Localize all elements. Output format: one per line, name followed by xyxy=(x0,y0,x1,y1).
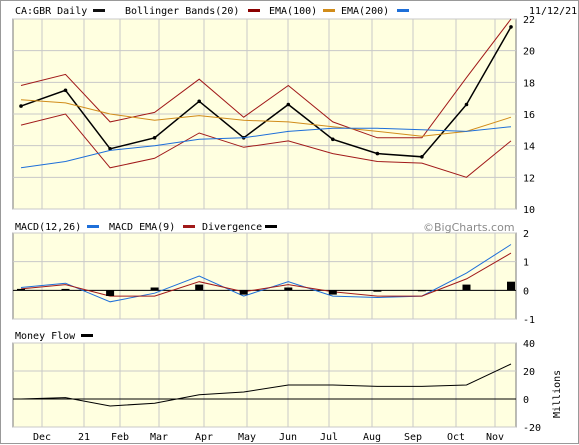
divergence-bar xyxy=(17,288,25,291)
price-panel: 10121416182022 CA:GBR Daily Bollinger Ba… xyxy=(12,6,577,216)
y-tick-label: 20 xyxy=(523,367,535,378)
money-flow-plot-area xyxy=(12,342,517,428)
divergence-bar xyxy=(417,290,426,292)
divergence-bar xyxy=(106,290,115,296)
price-point xyxy=(63,88,68,93)
price-point xyxy=(375,151,380,156)
y-tick-label: -20 xyxy=(523,423,541,434)
money-flow-label: Money Flow xyxy=(15,331,76,342)
symbol-label: CA:GBR Daily xyxy=(15,6,87,17)
price-point xyxy=(19,104,23,108)
y-tick-label: 2 xyxy=(523,229,529,240)
legend-swatch xyxy=(323,9,335,12)
macd-y-ticks: -1 0 1 2 xyxy=(523,229,535,326)
y-tick-label: -1 xyxy=(523,315,535,326)
x-tick-label: Oct xyxy=(447,432,465,443)
divergence-bar xyxy=(150,287,159,291)
legend-swatch xyxy=(93,9,105,12)
stock-chart: 10121416182022 CA:GBR Daily Bollinger Ba… xyxy=(12,6,577,443)
x-tick-label: Aug xyxy=(363,432,381,443)
macd-legend-label-divergence: Divergence xyxy=(202,222,262,233)
price-point xyxy=(464,102,469,107)
y-tick-label: 12 xyxy=(523,173,535,184)
macd-panel: -1 0 1 2 MACD(12,26) MACD EMA(9) Divergence… xyxy=(12,221,535,326)
y-tick-label: 0 xyxy=(523,395,529,406)
divergence-bar xyxy=(462,284,471,291)
price-point xyxy=(197,99,201,104)
price-point xyxy=(509,25,513,29)
macd-legend-swatch xyxy=(265,225,277,228)
x-tick-label: Nov xyxy=(486,432,504,443)
x-tick-label: Mar xyxy=(150,432,168,443)
y-tick-label: 40 xyxy=(523,339,535,350)
legend-label-ema200: EMA(200) xyxy=(341,6,389,17)
x-tick-label: Feb xyxy=(111,432,129,443)
money-flow-legend-swatch xyxy=(81,334,93,337)
legend-label-ema100: EMA(100) xyxy=(269,6,317,17)
divergence-bar xyxy=(507,281,515,291)
y-tick-label: 0 xyxy=(523,286,529,297)
y-tick-label: 1 xyxy=(523,258,529,269)
y-tick-label: 20 xyxy=(523,47,535,58)
macd-legend-swatch xyxy=(87,225,99,228)
money-flow-panel: -20 0 20 40 Money Flow Millions xyxy=(12,331,563,434)
price-point xyxy=(152,136,157,140)
x-tick-label: Apr xyxy=(195,432,213,443)
source-label: ©BigCharts.com xyxy=(423,221,515,234)
macd-legend-label-ema: MACD EMA(9) xyxy=(109,222,175,233)
macd-legend-swatch xyxy=(183,225,195,228)
y-tick-label: 18 xyxy=(523,78,535,89)
divergence-bar xyxy=(328,290,337,295)
x-tick-label: Jun xyxy=(279,432,297,443)
legend-label-bollinger: Bollinger Bands(20) xyxy=(125,6,239,17)
y-tick-label: 16 xyxy=(523,110,535,121)
x-tick-label: Jul xyxy=(320,432,338,443)
x-axis-months: Dec 21 Feb Mar Apr May Jun Jul Aug Sep Oct Nov xyxy=(33,432,504,443)
legend-swatch xyxy=(397,9,409,12)
price-point xyxy=(286,102,291,107)
price-point xyxy=(420,155,424,159)
divergence-bar xyxy=(373,290,382,292)
x-tick-label: Sep xyxy=(404,432,422,443)
chart-stage: 10 12 14 16 18 20 22 CA:GBR Daily Bollinger Ba… xyxy=(0,0,579,444)
divergence-bar xyxy=(239,290,248,295)
legend-swatch xyxy=(248,9,260,12)
money-flow-y-ticks: -20 0 20 40 xyxy=(523,339,541,434)
macd-legend-label-macd: MACD(12,26) xyxy=(15,222,81,233)
price-point xyxy=(331,137,335,142)
chart-date: 11/12/21 xyxy=(529,6,577,17)
x-tick-label: May xyxy=(238,432,256,443)
x-tick-label: 21 xyxy=(78,432,90,443)
divergence-bar xyxy=(195,284,204,291)
y-tick-label: 14 xyxy=(523,142,535,153)
price-y-ticks: 10121416182022 xyxy=(523,15,535,216)
macd-plot-area xyxy=(12,232,517,320)
x-tick-label: Dec xyxy=(33,432,51,443)
divergence-bar xyxy=(284,287,293,291)
y-tick-label: 10 xyxy=(523,205,535,216)
divergence-bar xyxy=(61,288,70,291)
money-flow-units: Millions xyxy=(552,370,563,418)
